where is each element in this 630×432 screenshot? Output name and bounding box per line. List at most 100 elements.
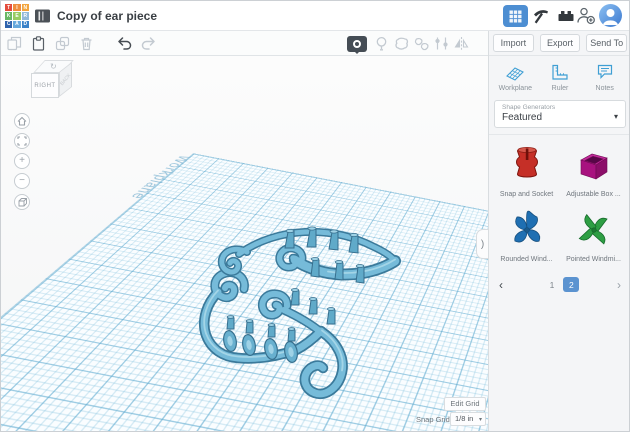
hide-icon: [353, 40, 361, 48]
group-icon: [393, 35, 410, 52]
export-button[interactable]: Export: [540, 34, 581, 52]
toolbar-adjust-group: [347, 31, 470, 56]
page-2-button[interactable]: 2: [563, 277, 579, 292]
tool-label: Notes: [596, 85, 614, 92]
view-cube-front-face[interactable]: RIGHT: [31, 73, 59, 98]
next-page-button[interactable]: ›: [617, 278, 621, 292]
workplane-icon: [504, 62, 526, 82]
snap-socket-thumbnail: [507, 143, 547, 187]
zoom-out-button[interactable]: −: [14, 173, 30, 189]
helper-tools: Workplane Ruler Notes: [489, 56, 630, 94]
lego-brick-icon: [556, 6, 576, 26]
person-add-icon: [575, 6, 597, 26]
trash-icon: [78, 35, 95, 52]
shape-pointed-windmill[interactable]: Pointed Windmi...: [560, 208, 627, 263]
undo-button[interactable]: [116, 35, 133, 52]
group-button[interactable]: [393, 35, 410, 52]
align-button[interactable]: [433, 35, 450, 52]
logo-letter: C: [5, 21, 12, 28]
dropdown-value: Featured: [502, 112, 618, 123]
design-title[interactable]: Copy of ear piece: [57, 1, 157, 31]
copy-icon: [6, 35, 23, 52]
logo-letter: A: [13, 21, 20, 28]
header: T I N K E R C A D Copy of ear piece: [1, 1, 630, 31]
design-properties-icon[interactable]: [34, 8, 51, 24]
shape-label: Adjustable Box ...: [566, 191, 620, 198]
tinkercad-logo[interactable]: T I N K E R C A D: [5, 4, 29, 28]
page-1-button[interactable]: 1: [550, 280, 555, 290]
tool-label: Workplane: [499, 85, 532, 92]
shape-snap-and-socket[interactable]: Snap and Socket: [493, 143, 560, 198]
zoom-in-button[interactable]: +: [14, 153, 30, 169]
undo-icon: [116, 35, 133, 52]
redo-button[interactable]: [140, 35, 157, 52]
fit-view-icon: [17, 136, 27, 146]
fit-view-button[interactable]: [14, 133, 30, 149]
import-button[interactable]: Import: [493, 34, 534, 52]
pickaxe-icon: [531, 6, 551, 26]
send-to-button[interactable]: Send To: [586, 34, 627, 52]
grid-tiles-icon: [509, 10, 522, 23]
logo-letter: E: [13, 12, 20, 19]
ruler-icon: [549, 62, 571, 82]
perspective-toggle-button[interactable]: [14, 194, 30, 210]
pointed-windmill-thumbnail: [574, 208, 614, 252]
ortho-cube-icon: [17, 197, 28, 208]
shape-label: Pointed Windmi...: [566, 256, 621, 263]
rotate-icon: ↻: [50, 62, 57, 71]
home-icon: [17, 116, 27, 126]
mirror-icon: [453, 35, 470, 52]
logo-letter: D: [22, 21, 29, 28]
invite-people-button[interactable]: [575, 6, 597, 26]
lightbulb-icon: [373, 35, 390, 52]
ear-piece-model[interactable]: [204, 227, 395, 394]
view-cube[interactable]: ↻ RIGHT BACK: [30, 60, 78, 104]
shape-label: Snap and Socket: [500, 191, 553, 198]
model-layer: [1, 56, 488, 432]
adjustable-box-thumbnail: [574, 143, 614, 187]
viewport-3d[interactable]: Workplane ↻ RIGHT BACK + −) Edit Grid S…: [1, 56, 488, 432]
shape-panel: Import Export Send To Workplane Ruler No…: [488, 31, 630, 432]
tool-label: Ruler: [552, 85, 569, 92]
ungroup-button[interactable]: [413, 35, 430, 52]
logo-letter: R: [22, 12, 29, 19]
file-actions: Import Export Send To: [489, 31, 630, 56]
snap-grid-label: Snap Grid: [416, 415, 450, 424]
tinkercad-app: T I N K E R C A D Copy of ear piece Work…: [0, 0, 630, 432]
user-avatar[interactable]: [599, 4, 622, 27]
shape-gallery: Snap and Socket Adjustable Box ... Round…: [489, 135, 630, 263]
paste-button[interactable]: [30, 35, 47, 52]
hide-button[interactable]: [347, 36, 367, 52]
tab-3d-designs[interactable]: [503, 5, 528, 27]
logo-letter: I: [13, 4, 20, 11]
tab-bricks[interactable]: [556, 6, 576, 26]
shape-adjustable-box[interactable]: Adjustable Box ...: [560, 143, 627, 198]
ruler-tool[interactable]: Ruler: [538, 62, 583, 92]
edit-grid-button[interactable]: Edit Grid: [444, 397, 486, 411]
snap-grid-select[interactable]: 1/8 in ▾: [450, 412, 486, 426]
logo-letter: K: [5, 12, 12, 19]
workplane-tool[interactable]: Workplane: [493, 62, 538, 92]
notes-tool[interactable]: Notes: [582, 62, 627, 92]
panel-collapse-handle[interactable]: ): [476, 229, 488, 259]
show-all-button[interactable]: [373, 35, 390, 52]
rounded-windmill-thumbnail: [507, 208, 547, 252]
duplicate-button[interactable]: [54, 35, 71, 52]
caret-down-icon: ▾: [614, 112, 618, 121]
home-view-button[interactable]: [14, 113, 30, 129]
delete-button[interactable]: [78, 35, 95, 52]
copy-button[interactable]: [6, 35, 23, 52]
prev-page-button[interactable]: ‹: [499, 278, 503, 292]
toolbar-edit-group: [6, 31, 157, 56]
logo-letter: T: [5, 4, 12, 11]
gallery-pagination: ‹ 1 2 ›: [489, 263, 630, 292]
mirror-button[interactable]: [453, 35, 470, 52]
paste-icon: [30, 35, 47, 52]
tab-minecraft[interactable]: [531, 6, 551, 26]
shape-label: Rounded Wind...: [500, 256, 552, 263]
shape-rounded-windmill[interactable]: Rounded Wind...: [493, 208, 560, 263]
shape-generators-dropdown[interactable]: Shape Generators Featured ▾: [494, 100, 626, 128]
caret-down-icon: ▾: [479, 414, 482, 426]
toolbar: [1, 31, 488, 56]
align-icon: [433, 35, 450, 52]
